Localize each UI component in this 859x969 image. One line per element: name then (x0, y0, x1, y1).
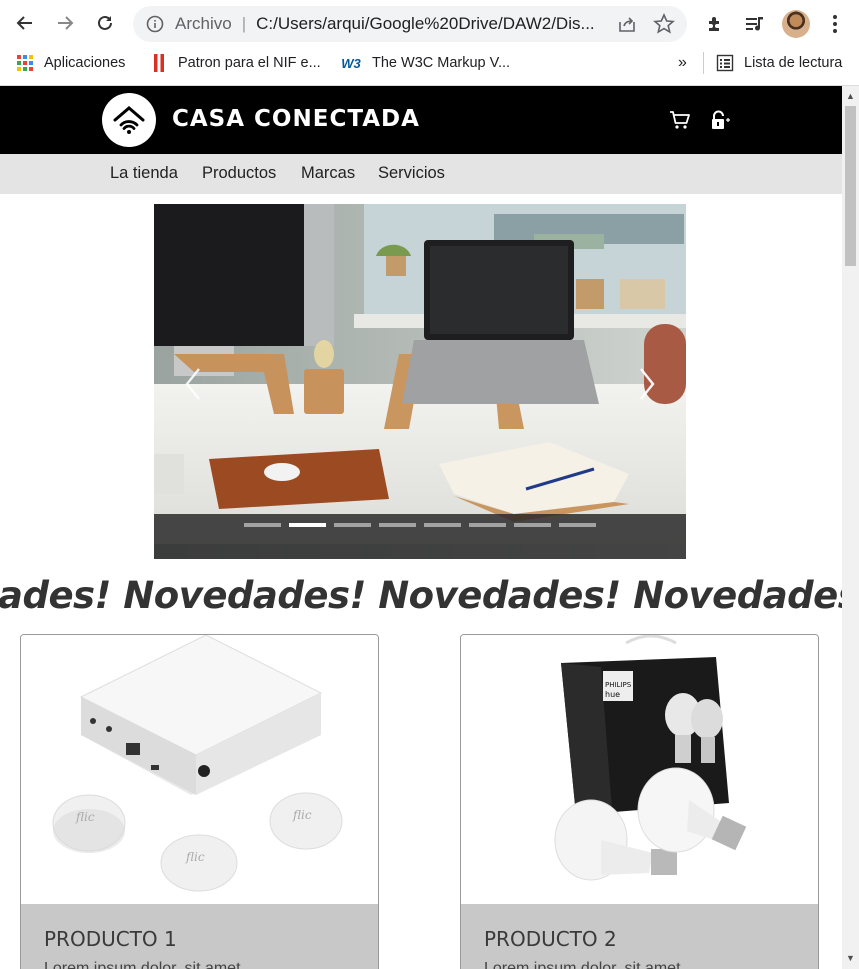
nav-item-tienda[interactable]: La tienda (110, 164, 178, 183)
page-scrollbar[interactable]: ▲ ▼ (842, 86, 859, 969)
carousel-indicator[interactable] (559, 523, 596, 527)
bookmarks-bar: Aplicaciones Patron para el NIF e... W3 … (0, 48, 859, 80)
page-viewport: CASA CONECTADA La tienda Productos Marca… (0, 86, 842, 969)
nav-item-servicios[interactable]: Servicios (378, 164, 445, 183)
bookmark-red-icon (150, 54, 168, 72)
overflow-label: » (678, 54, 687, 71)
product-description: Lorem ipsum dolor, sit amet (484, 960, 681, 969)
address-url[interactable]: C:/Users/arqui/Google%20Drive/DAW2/Dis..… (256, 14, 601, 34)
product-card-body: PRODUCTO 1 Lorem ipsum dolor, sit amet (21, 904, 378, 969)
reading-list-icon (716, 54, 734, 72)
product-title: PRODUCTO 2 (484, 927, 617, 951)
carousel-indicators (244, 523, 596, 527)
apps-grid-icon (16, 54, 34, 72)
bookmark-label: Aplicaciones (44, 55, 126, 71)
browser-toolbar: Archivo | C:/Users/arqui/Google%20Drive/… (0, 0, 859, 48)
reload-icon (98, 15, 112, 30)
svg-text:hue: hue (605, 690, 620, 699)
product-image-flic: flic flic flic (21, 635, 378, 904)
scroll-down-icon[interactable]: ▼ (846, 954, 855, 963)
carousel-next-button[interactable] (632, 364, 662, 404)
product-card[interactable]: flic flic flic PRODUCTO 1 Lorem ipsum do… (20, 634, 379, 969)
svg-text:PHILIPS: PHILIPS (605, 681, 632, 689)
chevron-left-icon (185, 368, 200, 400)
share-icon[interactable] (617, 14, 637, 39)
carousel-indicator[interactable] (334, 523, 371, 527)
bookmarks-overflow-button[interactable]: » (678, 54, 687, 72)
star-icon[interactable] (653, 13, 675, 40)
carousel-prev-button[interactable] (178, 364, 208, 404)
arrow-right-icon (58, 16, 74, 30)
carousel-slide-image (154, 204, 686, 559)
info-icon[interactable] (145, 14, 165, 34)
reload-button[interactable] (92, 10, 118, 36)
site-nav: La tienda Productos Marcas Servicios (0, 154, 842, 194)
bookmark-w3c[interactable]: W3 The W3C Markup V... (340, 54, 510, 72)
bookmark-label: Patron para el NIF e... (178, 55, 321, 71)
cart-icon[interactable] (669, 109, 691, 131)
forward-button[interactable] (52, 10, 78, 36)
smart-home-icon (113, 106, 145, 134)
nav-item-productos[interactable]: Productos (202, 164, 276, 183)
carousel-indicator[interactable] (244, 523, 281, 527)
logo[interactable] (102, 93, 156, 147)
media-control-icon[interactable] (743, 12, 767, 36)
novedades-marquee: dades! Novedades! Novedades! Novedades! … (0, 574, 842, 617)
profile-avatar[interactable] (782, 10, 810, 38)
bookmarks-divider (703, 52, 704, 74)
product-description: Lorem ipsum dolor, sit amet (44, 960, 241, 969)
svg-text:flic: flic (185, 850, 205, 864)
site-header: CASA CONECTADA (0, 86, 842, 154)
bookmark-apps[interactable]: Aplicaciones (16, 54, 125, 72)
product-image-hue: PHILIPS hue (461, 635, 818, 904)
arrow-left-icon (16, 16, 32, 30)
back-button[interactable] (12, 10, 38, 36)
chevron-right-icon (640, 368, 655, 400)
carousel-indicator[interactable] (424, 523, 461, 527)
svg-text:flic: flic (75, 810, 95, 824)
brand-name[interactable]: CASA CONECTADA (172, 106, 420, 132)
product-title: PRODUCTO 1 (44, 927, 177, 951)
address-bar[interactable]: Archivo | C:/Users/arqui/Google%20Drive/… (133, 6, 687, 42)
reading-list-label: Lista de lectura (744, 55, 843, 71)
carousel-indicator[interactable] (289, 523, 326, 527)
nav-item-marcas[interactable]: Marcas (301, 164, 355, 183)
lock-login-icon[interactable] (709, 109, 731, 131)
product-card[interactable]: PHILIPS hue PRODUCTO 2 Lorem ipsum dolor… (460, 634, 819, 969)
carousel-indicator[interactable] (379, 523, 416, 527)
svg-text:flic: flic (292, 808, 312, 822)
scrollbar-thumb[interactable] (845, 106, 856, 266)
product-card-body: PRODUCTO 2 Lorem ipsum dolor, sit amet (461, 904, 818, 969)
address-scheme: Archivo (175, 14, 232, 33)
scroll-up-icon[interactable]: ▲ (846, 92, 855, 101)
kebab-menu-icon[interactable] (823, 12, 847, 36)
bookmark-nif[interactable]: Patron para el NIF e... (150, 54, 321, 72)
extensions-icon[interactable] (703, 12, 727, 36)
carousel-indicator[interactable] (469, 523, 506, 527)
hero-carousel (154, 204, 686, 559)
reading-list-button[interactable]: Lista de lectura (716, 54, 842, 72)
bookmark-label: The W3C Markup V... (372, 55, 511, 71)
w3c-icon: W3 (341, 55, 361, 71)
carousel-indicator[interactable] (514, 523, 551, 527)
address-separator: | (241, 14, 247, 33)
